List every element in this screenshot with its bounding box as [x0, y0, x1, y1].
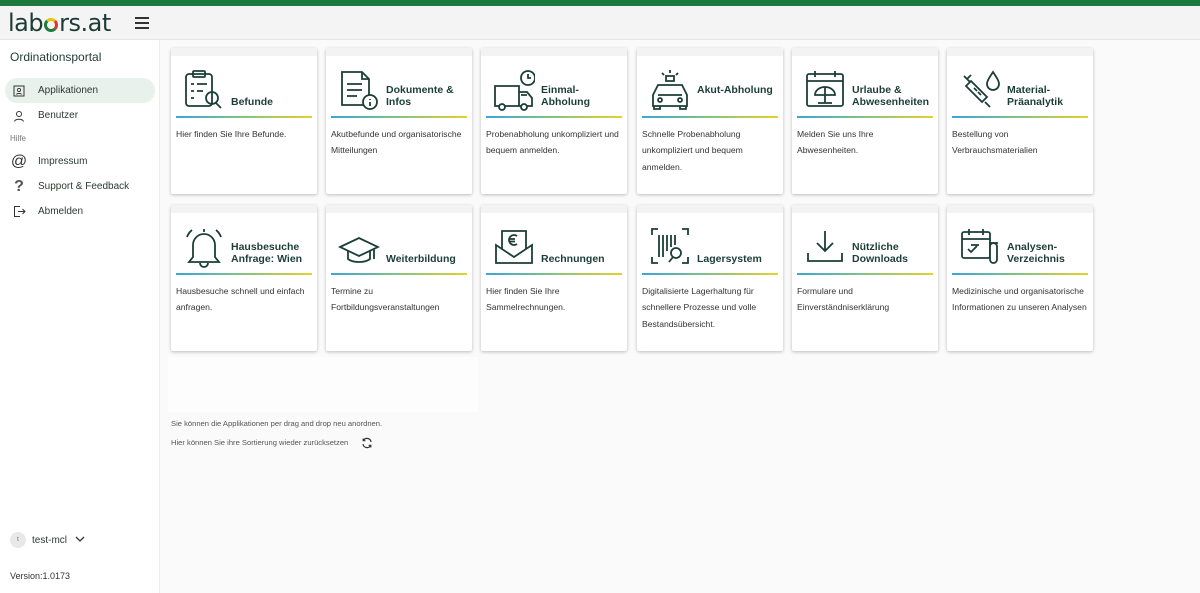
card-title: Analysen-Verzeichnis — [1007, 241, 1065, 265]
card-analysen[interactable]: Analysen-Verzeichnis Medizinische und or… — [947, 205, 1093, 351]
graduation-cap-icon — [337, 225, 381, 269]
logo-o-icon — [44, 17, 59, 32]
van-clock-icon — [493, 68, 536, 112]
card-title: Rechnungen — [541, 253, 605, 265]
card-description: Medizinische und organisatorische Inform… — [952, 286, 1087, 313]
card-befunde[interactable]: Befunde Hier finden Sie Ihre Befunde. — [171, 48, 317, 194]
applications-icon — [11, 83, 27, 99]
card-downloads[interactable]: Nützliche Downloads Formulare und Einver… — [792, 205, 938, 351]
calendar-beach-icon — [804, 68, 846, 112]
user-menu[interactable]: t test-mcl — [10, 532, 85, 548]
card-description: Schnelle Probenabholung unkompliziert un… — [642, 129, 743, 172]
card-accent-bar — [642, 116, 778, 118]
card-accent-bar — [176, 116, 312, 118]
card-accent-bar — [797, 116, 933, 118]
card-accent-bar — [176, 273, 312, 275]
card-description: Probenabholung unkompliziert und bequem … — [486, 129, 619, 156]
card-title: Befunde — [231, 96, 273, 108]
card-title: Hausbesuche Anfrage: Wien — [231, 241, 303, 265]
card-dokumente[interactable]: Dokumente & Infos Akutbefunde und organi… — [326, 48, 472, 194]
card-accent-bar — [642, 273, 778, 275]
card-title: Nützliche Downloads — [852, 241, 909, 265]
card-accent-bar — [331, 116, 467, 118]
card-accent-bar — [486, 116, 622, 118]
card-description: Termine zu Fortbildungsveranstaltungen — [331, 286, 440, 313]
envelope-euro-icon — [493, 225, 535, 269]
sidebar-item-benutzer[interactable]: Benutzer — [5, 103, 155, 128]
sidebar-item-label: Applikationen — [38, 85, 99, 96]
car-siren-icon — [649, 68, 691, 112]
card-lagersystem[interactable]: Lagersystem Digitalisierte Lagerhaltung … — [637, 205, 783, 351]
syringe-drop-icon — [959, 68, 1001, 112]
sidebar-item-label: Impressum — [38, 156, 88, 167]
card-akut-abholung[interactable]: Akut-Abholung Schnelle Probenabholung un… — [637, 48, 783, 194]
card-description: Akutbefunde und organisatorische Mitteil… — [331, 129, 462, 156]
sidebar-item-impressum[interactable]: @ Impressum — [5, 149, 155, 174]
card-title: Urlaube & Abwesenheiten — [852, 84, 930, 108]
header: lab rs.at — [0, 6, 1200, 40]
sidebar: Ordinationsportal Applikationen Benutzer… — [0, 40, 160, 593]
logout-icon — [11, 204, 27, 220]
question-icon: ? — [14, 177, 24, 195]
card-description: Bestellung von Verbrauchsmaterialien — [952, 129, 1038, 156]
section-label-hilfe: Hilfe — [10, 134, 27, 143]
clipboard-search-icon — [183, 68, 225, 112]
card-accent-bar — [952, 273, 1088, 275]
card-urlaube[interactable]: Urlaube & Abwesenheiten Melden Sie uns I… — [792, 48, 938, 194]
document-info-icon — [338, 68, 380, 112]
card-accent-bar — [797, 273, 933, 275]
portal-title: Ordinationsportal — [10, 50, 102, 64]
card-description: Hier finden Sie Ihre Sammelrechnungen. — [486, 286, 566, 313]
card-material[interactable]: Material-Präanalytik Bestellung von Verb… — [947, 48, 1093, 194]
download-icon — [804, 225, 846, 269]
reset-sort-icon[interactable] — [361, 436, 373, 449]
card-rechnungen[interactable]: Rechnungen Hier finden Sie Ihre Sammelre… — [481, 205, 627, 351]
sidebar-item-label: Support & Feedback — [38, 181, 130, 192]
drag-hint: Sie können die Applikationen per drag an… — [171, 419, 383, 428]
card-description: Melden Sie uns Ihre Abwesenheiten. — [797, 129, 874, 156]
avatar: t — [10, 532, 26, 548]
card-title: Akut-Abholung — [697, 84, 773, 96]
drop-zone-placeholder — [168, 357, 478, 412]
logo-text-end: rs.at — [59, 8, 111, 37]
card-title: Dokumente & Infos — [386, 84, 454, 108]
calendar-tube-icon — [959, 225, 1001, 269]
barcode-scan-icon — [649, 225, 691, 269]
logo[interactable]: lab rs.at — [8, 11, 111, 35]
card-description: Hausbesuche schnell und einfach anfragen… — [176, 286, 305, 313]
card-description: Digitalisierte Lagerhaltung für schnelle… — [642, 286, 757, 329]
user-icon — [11, 108, 27, 124]
sidebar-item-abmelden[interactable]: Abmelden — [5, 199, 155, 224]
version-label: Version:1.0173 — [10, 571, 71, 581]
card-accent-bar — [952, 116, 1088, 118]
sidebar-item-support[interactable]: ? Support & Feedback — [5, 174, 155, 199]
card-einmal-abholung[interactable]: Einmal-Abholung Probenabholung unkompliz… — [481, 48, 627, 194]
sidebar-item-applikationen[interactable]: Applikationen — [5, 78, 155, 103]
user-name: test-mcl — [32, 534, 67, 546]
card-title: Lagersystem — [697, 253, 762, 265]
reset-hint: Hier können Sie ihre Sortierung wieder z… — [171, 438, 349, 447]
card-title: Material-Präanalytik — [1007, 84, 1064, 108]
card-title: Weiterbildung — [386, 253, 456, 265]
card-weiterbildung[interactable]: Weiterbildung Termine zu Fortbildungsver… — [326, 205, 472, 351]
card-hausbesuche[interactable]: Hausbesuche Anfrage: Wien Hausbesuche sc… — [171, 205, 317, 351]
card-description: Formulare und Einverständniserklärung — [797, 286, 890, 313]
sidebar-item-label: Benutzer — [38, 110, 79, 121]
sidebar-item-label: Abmelden — [38, 206, 84, 217]
bell-icon — [183, 225, 225, 269]
card-description: Hier finden Sie Ihre Befunde. — [176, 129, 287, 139]
card-title: Einmal-Abholung — [541, 84, 590, 108]
chevron-down-icon — [75, 535, 85, 546]
card-accent-bar — [331, 273, 467, 275]
card-accent-bar — [486, 273, 622, 275]
at-icon: @ — [10, 152, 28, 170]
hamburger-menu-icon[interactable] — [134, 16, 149, 29]
logo-text-start: lab — [8, 8, 44, 37]
